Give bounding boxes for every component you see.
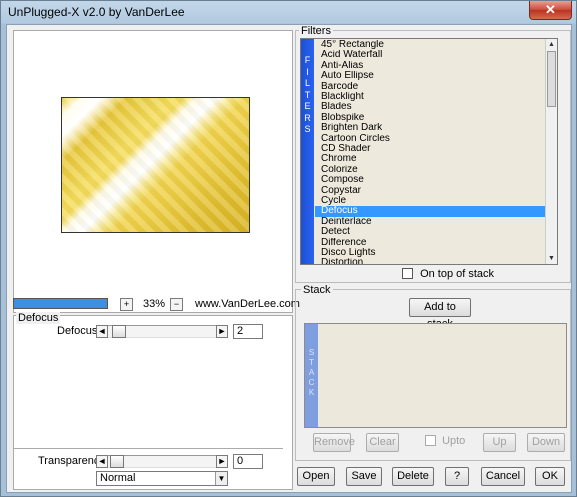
preview-panel xyxy=(13,30,293,313)
on-top-of-stack-option[interactable]: On top of stack xyxy=(402,268,494,280)
stack-strip-letter: K xyxy=(308,388,315,397)
filters-group-label: Filters xyxy=(299,25,333,37)
filter-list-item[interactable]: Defocus xyxy=(315,206,552,217)
scroll-up-icon[interactable]: ▲ xyxy=(546,39,557,50)
filters-strip-letter: F xyxy=(304,55,311,65)
filter-list-item[interactable]: Blobspike xyxy=(315,113,552,123)
upto-option[interactable]: Upto xyxy=(425,435,465,447)
scrollbar-thumb[interactable] xyxy=(547,51,556,107)
chevron-down-icon[interactable]: ▼ xyxy=(215,472,227,485)
down-button[interactable]: Down xyxy=(527,433,565,452)
filter-list-item[interactable]: Compose xyxy=(315,175,552,185)
defocus-slider-thumb[interactable] xyxy=(112,325,126,338)
filter-list-item[interactable]: Chrome xyxy=(315,154,552,164)
parameters-group-label: Defocus xyxy=(16,312,61,324)
stack-strip-letter: T xyxy=(309,358,314,367)
dialog-client-area: + 33% − www.VanDerLee.com Defocus Defocu… xyxy=(6,24,572,493)
filters-list[interactable]: FILTERS 45° Rectangle Acid Waterfall Anti-… xyxy=(300,38,558,265)
filter-list-item[interactable]: Auto Ellipse xyxy=(315,71,552,81)
zoom-out-button[interactable]: − xyxy=(170,298,183,311)
close-button[interactable]: ✕ xyxy=(529,1,572,20)
filter-list-item[interactable]: Blacklight xyxy=(315,92,552,102)
defocus-slider-left-button[interactable]: ◄ xyxy=(96,325,108,338)
blend-mode-select[interactable]: Normal ▼ xyxy=(96,471,228,486)
filter-list-item[interactable]: Blades xyxy=(315,102,552,112)
stack-group-label: Stack xyxy=(301,284,333,296)
filter-list-item[interactable]: Cycle xyxy=(315,196,552,206)
filter-list-item[interactable]: Disco Lights xyxy=(315,248,552,258)
filter-list-item[interactable]: Colorize xyxy=(315,165,552,175)
upto-label: Upto xyxy=(442,435,466,447)
transparency-label: Transparency xyxy=(38,455,105,467)
filters-strip-letter: T xyxy=(304,89,311,100)
defocus-value-field[interactable]: 2 xyxy=(233,324,263,339)
zoom-level: 33% xyxy=(143,298,166,310)
divider xyxy=(13,448,283,449)
help-button[interactable]: ? xyxy=(445,467,469,486)
filters-strip-letter: I xyxy=(306,66,309,77)
title-bar: UnPlugged-X v2.0 by VanDerLee ✕ xyxy=(1,1,576,24)
filter-list-item[interactable]: Acid Waterfall xyxy=(315,50,552,60)
add-to-stack-button[interactable]: Add to stack xyxy=(409,298,471,330)
filter-list-item[interactable]: Distortion xyxy=(315,258,552,264)
transparency-slider-thumb[interactable] xyxy=(110,455,124,468)
stack-vertical-label: STACK xyxy=(305,324,318,427)
stack-strip-letter: C xyxy=(308,378,315,387)
up-button[interactable]: Up xyxy=(483,433,516,452)
defocus-slider-right-button[interactable]: ► xyxy=(216,325,228,338)
transparency-slider-track[interactable] xyxy=(108,455,216,468)
stack-strip-letter: A xyxy=(308,368,315,377)
filter-list-item[interactable]: 45° Rectangle xyxy=(315,40,552,50)
stack-list[interactable]: STACK xyxy=(304,323,567,428)
website-link[interactable]: www.VanDerLee.com xyxy=(195,298,300,310)
filters-vertical-label: FILTERS xyxy=(301,39,314,264)
filter-list-item[interactable]: Copystar xyxy=(315,186,552,196)
filter-list-item[interactable]: Detect xyxy=(315,227,552,237)
cancel-button[interactable]: Cancel xyxy=(481,467,525,486)
on-top-label: On top of stack xyxy=(420,268,495,280)
filters-strip-letter: E xyxy=(304,101,311,111)
filters-scrollbar[interactable]: ▲ ▼ xyxy=(545,39,557,264)
on-top-checkbox[interactable] xyxy=(402,268,413,279)
filter-list-item[interactable]: Barcode xyxy=(315,82,552,92)
ok-button[interactable]: OK xyxy=(535,467,565,486)
defocus-label: Defocus xyxy=(57,325,98,337)
filter-list-item[interactable]: Deinterlace xyxy=(315,217,552,227)
filters-strip-letter: L xyxy=(304,78,310,88)
stack-strip-letter: S xyxy=(308,348,315,357)
progress-bar xyxy=(13,298,108,309)
scroll-down-icon[interactable]: ▼ xyxy=(546,253,557,264)
transparency-value-field[interactable]: 0 xyxy=(233,454,263,469)
transparency-slider-left-button[interactable]: ◄ xyxy=(96,455,108,468)
filter-list-item[interactable]: CD Shader xyxy=(315,144,552,154)
window-title: UnPlugged-X v2.0 by VanDerLee xyxy=(8,5,185,19)
filter-list-item[interactable]: Difference xyxy=(315,238,552,248)
delete-button[interactable]: Delete xyxy=(392,467,434,486)
filter-list-item[interactable]: Brighten Dark xyxy=(315,123,552,133)
blend-mode-value: Normal xyxy=(100,472,136,484)
filter-list-item[interactable]: Anti-Alias xyxy=(315,61,552,71)
save-button[interactable]: Save xyxy=(346,467,382,486)
upto-checkbox[interactable] xyxy=(425,435,436,446)
plugin-window: UnPlugged-X v2.0 by VanDerLee ✕ + 33% − … xyxy=(0,0,577,497)
filters-strip-letter: R xyxy=(304,112,311,123)
zoom-in-button[interactable]: + xyxy=(120,298,133,311)
clear-button[interactable]: Clear xyxy=(366,433,399,452)
remove-button[interactable]: Remove xyxy=(313,433,355,452)
filter-list-item[interactable]: Cartoon Circles xyxy=(315,134,552,144)
preview-image[interactable] xyxy=(61,97,250,233)
open-button[interactable]: Open xyxy=(297,467,335,486)
filters-strip-letter: S xyxy=(304,124,311,134)
transparency-slider-right-button[interactable]: ► xyxy=(216,455,228,468)
